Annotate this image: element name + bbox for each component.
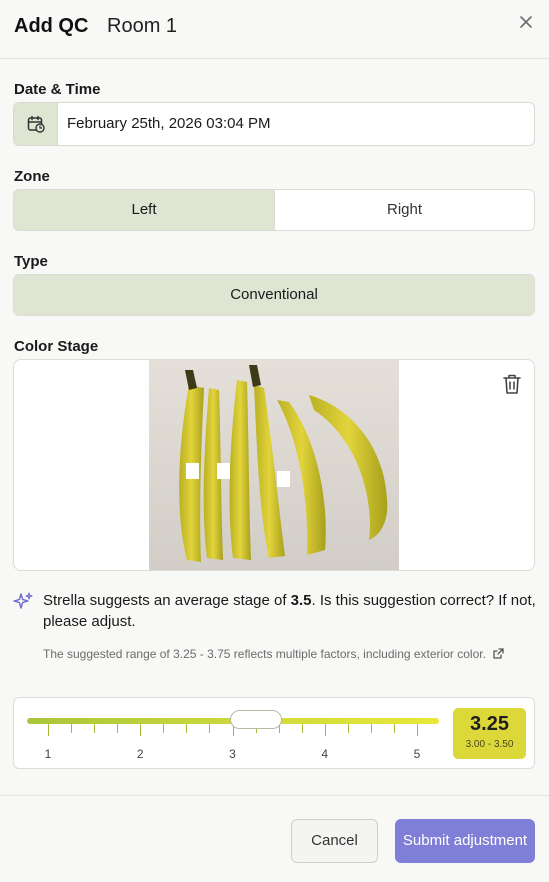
stage-value: 3.25 (470, 713, 509, 735)
date-time-field[interactable]: February 25th, 2026 03:04 PM (13, 102, 535, 146)
color-stage-label: Color Stage (14, 338, 99, 355)
slider-tick (393, 724, 395, 733)
slider-tick (163, 724, 165, 733)
modal-footer: Cancel Submit adjustment (0, 795, 549, 882)
slider-tick (140, 724, 142, 736)
type-label: Type (14, 253, 48, 270)
suggested-stage-value: 3.5 (290, 592, 312, 609)
slider-tick (209, 724, 211, 733)
slider-tick (347, 724, 349, 733)
slider-tick (417, 724, 418, 736)
trash-icon[interactable] (501, 372, 523, 396)
slider-tick-label: 3 (229, 747, 236, 761)
stage-range: 3.00 - 3.50 (465, 739, 514, 750)
close-icon[interactable] (516, 12, 536, 32)
stage-slider-container: 1 2 3 4 5 3.25 3.00 - 3.50 (13, 697, 535, 769)
slider-tick-label: 5 (413, 747, 421, 761)
suggestion-note-text: The suggested range of 3.25 - 3.75 refle… (43, 647, 486, 661)
slider-tick (370, 724, 372, 733)
slider-tick (71, 724, 73, 733)
modal-header: Add QC Room 1 (0, 0, 549, 59)
banana-photo (149, 360, 399, 570)
slider-tick (186, 724, 188, 733)
calendar-clock-icon[interactable] (14, 103, 58, 145)
slider-tick (94, 724, 96, 733)
zone-toggle: Left Right (13, 189, 535, 231)
modal-title: Add QC (14, 15, 89, 37)
suggestion-prefix: Strella suggests an average stage of (43, 592, 291, 609)
slider-tick (117, 724, 119, 733)
zone-option-left[interactable]: Left (14, 190, 274, 230)
zone-label: Zone (14, 168, 50, 185)
submit-adjustment-button[interactable]: Submit adjustment (395, 819, 535, 863)
modal-subtitle: Room 1 (107, 15, 178, 37)
slider-tick (301, 724, 303, 733)
add-qc-modal: Add QC Room 1 Date & Time February 25th,… (0, 0, 549, 882)
slider-tick-label: 2 (136, 747, 144, 761)
cancel-button[interactable]: Cancel (291, 819, 378, 863)
slider-tick-label: 1 (44, 747, 52, 761)
sparkle-icon (13, 591, 34, 612)
type-option-conventional[interactable]: Conventional (14, 275, 534, 315)
slider-tick (324, 724, 326, 736)
type-toggle: Conventional (13, 274, 535, 316)
zone-option-right[interactable]: Right (274, 190, 534, 230)
date-time-label: Date & Time (14, 81, 101, 98)
slider-tick-label: 4 (321, 747, 329, 761)
date-time-value: February 25th, 2026 03:04 PM (67, 115, 271, 132)
stage-value-badge: 3.25 3.00 - 3.50 (453, 708, 526, 759)
slider-tick (48, 724, 49, 736)
stage-slider-thumb[interactable] (229, 710, 282, 729)
suggestion-text: Strella suggests an average stage of 3.5… (43, 590, 538, 632)
photo-container (13, 359, 535, 571)
suggestion-note: The suggested range of 3.25 - 3.75 refle… (43, 646, 533, 663)
external-link-icon[interactable] (492, 647, 505, 660)
